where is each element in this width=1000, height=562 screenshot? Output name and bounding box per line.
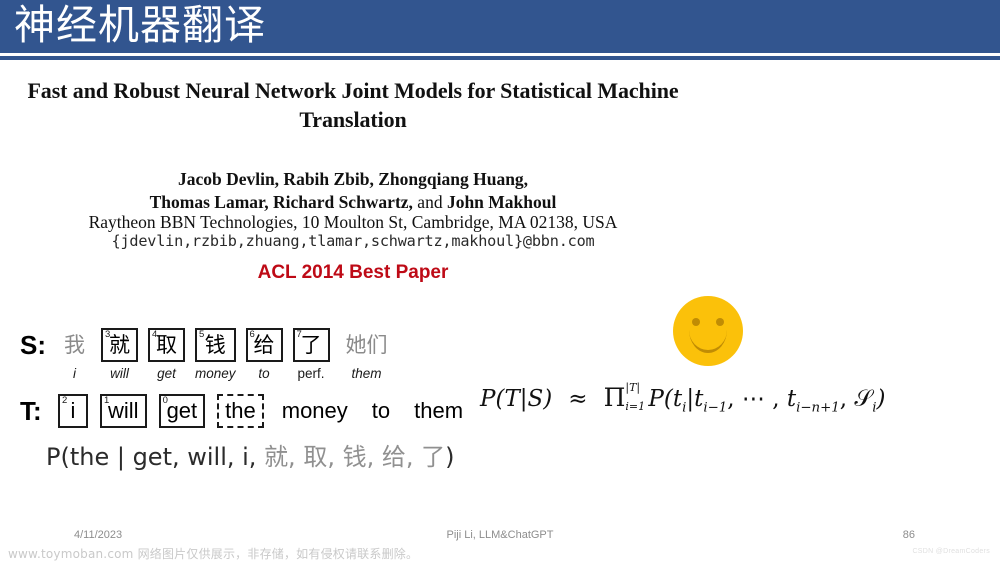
target-token-1-index: 1 (104, 395, 110, 406)
target-sentence-row: T: i2 will 1 get 0 the money to them (20, 394, 481, 428)
target-token-0: i2 (58, 394, 88, 428)
source-token-3-gloss: money (195, 366, 236, 381)
formula-rhs-comma: , (839, 386, 855, 412)
source-token-5-gloss: perf. (297, 366, 325, 381)
probability-expression-prefix: P(the | get, will, i, (46, 443, 265, 471)
paper-email: {jdevlin,rzbib,zhuang,tlamar,schwartz,ma… (111, 232, 595, 250)
authors-line-2-conjunction: and (412, 192, 447, 213)
award-badge: ACL 2014 Best Paper (257, 262, 449, 283)
target-token-2-index: 0 (162, 395, 168, 406)
formula-rhs-ti: t (672, 386, 683, 412)
source-token-6-gloss: them (351, 366, 382, 381)
formula-pi-lower-limit: i=1 (625, 400, 646, 413)
source-token-5-text: 了7 (292, 328, 330, 362)
watermark-notice: www.toymoban.com 网络图片仅供展示，非存储，如有侵权请联系删除。 (8, 547, 419, 561)
target-token-5: to (366, 394, 396, 428)
target-token-4: money (276, 394, 354, 428)
formula-rhs-tim1: t (694, 386, 704, 412)
source-token-6-text: 她们 (345, 332, 388, 357)
target-token-0-text: i2 (58, 394, 88, 428)
watermark-credit: CSDN @DreamCoders (912, 548, 990, 555)
source-token-0-gloss: i (73, 366, 76, 381)
paper-authors-line-1: Jacob Devlin, Rabih Zbib, Zhongqiang Hua… (18, 168, 688, 191)
smiley-mouth-icon (689, 330, 727, 353)
smiley-face-icon (673, 296, 743, 366)
target-token-3-predicted: the (217, 394, 264, 428)
source-token-0-text: 我 (64, 332, 85, 357)
target-token-6: them (408, 394, 469, 428)
source-token-2-text: 取4 (148, 328, 185, 362)
nnjm-probability-formula: P(T|S) ≈ Π |T| i=1 P(ti|ti−1, ⋯ , ti−n+1, 𝒮i) (480, 381, 886, 416)
source-token-3-index: 5 (199, 329, 205, 340)
formula-lhs: P(T|S) (480, 386, 553, 412)
formula-pi-symbol: Π (603, 383, 626, 412)
target-token-2: get 0 (158, 394, 206, 428)
formula-pi-upper-limit: |T| (625, 381, 641, 394)
source-token-3: 钱5 money (195, 328, 236, 381)
page-title: 神经机器翻译 (14, 1, 266, 49)
probability-expression-chinese-context: 就, 取, 钱, 给, 了 (264, 443, 446, 471)
source-token-6: 她们 them (340, 328, 394, 381)
target-token-1-text: will 1 (100, 394, 147, 428)
target-token-4-text: money (281, 398, 348, 423)
source-token-4-gloss: to (258, 366, 270, 381)
probability-expression-suffix: ) (445, 443, 455, 471)
smiley-right-eye-icon (716, 318, 724, 326)
target-token-5-text: to (371, 398, 391, 423)
formula-rhs-bar: | (686, 386, 695, 412)
formula-rhs-tim1-sub: i−1 (703, 400, 728, 416)
source-token-5: 了7 perf. (292, 328, 330, 381)
paper-title: Fast and Robust Neural Network Joint Mod… (27, 78, 679, 133)
source-token-4-index: 6 (249, 329, 255, 340)
source-token-3-text: 钱5 (195, 328, 236, 362)
authors-line-2-first: Thomas Lamar, Richard Schwartz, (149, 192, 413, 213)
source-token-2: 取4 get (148, 328, 185, 381)
source-row-label: S: (20, 330, 46, 360)
formula-relation: ≈ (568, 386, 588, 412)
authors-line-2-last: John Makhoul (446, 192, 557, 213)
formula-rhs-script-s: 𝒮 (854, 386, 873, 412)
formula-rhs-p-open: P( (648, 386, 673, 412)
target-token-2-text: get 0 (158, 394, 206, 428)
footer-page-number: 86 (902, 529, 915, 541)
source-token-1-index: 3 (105, 329, 111, 340)
target-token-0-index: 2 (62, 395, 68, 406)
target-row-label: T: (20, 396, 42, 426)
paper-affiliation: Raytheon BBN Technologies, 10 Moulton St… (88, 212, 618, 232)
formula-rhs-tinp1: t (786, 386, 797, 412)
formula-product-operator: Π |T| i=1 (603, 381, 646, 413)
paper-authors: Jacob Devlin, Rabih Zbib, Zhongqiang Hua… (18, 168, 688, 215)
source-token-2-gloss: get (157, 366, 176, 381)
formula-rhs-p-close: ) (876, 386, 886, 412)
source-token-0: 我 i (58, 328, 91, 381)
probability-expression: P(the | get, will, i, 就, 取, 钱, 给, 了) (46, 437, 454, 472)
formula-rhs-tinp1-sub: i−n+1 (796, 400, 840, 416)
source-token-1: 就3 will (101, 328, 138, 381)
source-sentence-row: S: 我 i 就3 will 取4 get 钱5 money 给6 to 了7 … (20, 328, 404, 381)
target-token-1: will 1 (100, 394, 147, 428)
smiley-left-eye-icon (692, 318, 700, 326)
source-token-2-index: 4 (152, 329, 158, 340)
source-token-5-index: 7 (296, 329, 302, 340)
source-token-1-text: 就3 (101, 328, 138, 362)
target-token-6-text: them (414, 398, 464, 423)
source-token-4-text: 给6 (245, 328, 283, 362)
source-token-4: 给6 to (245, 328, 283, 381)
title-underline-bar (0, 56, 1000, 60)
authors-line-1-text: Jacob Devlin, Rabih Zbib, Zhongqiang Hua… (177, 169, 529, 189)
formula-rhs-ellipsis: , ⋯ , (727, 386, 787, 412)
source-token-1-gloss: will (110, 366, 129, 381)
target-token-3-text: the (217, 394, 264, 428)
